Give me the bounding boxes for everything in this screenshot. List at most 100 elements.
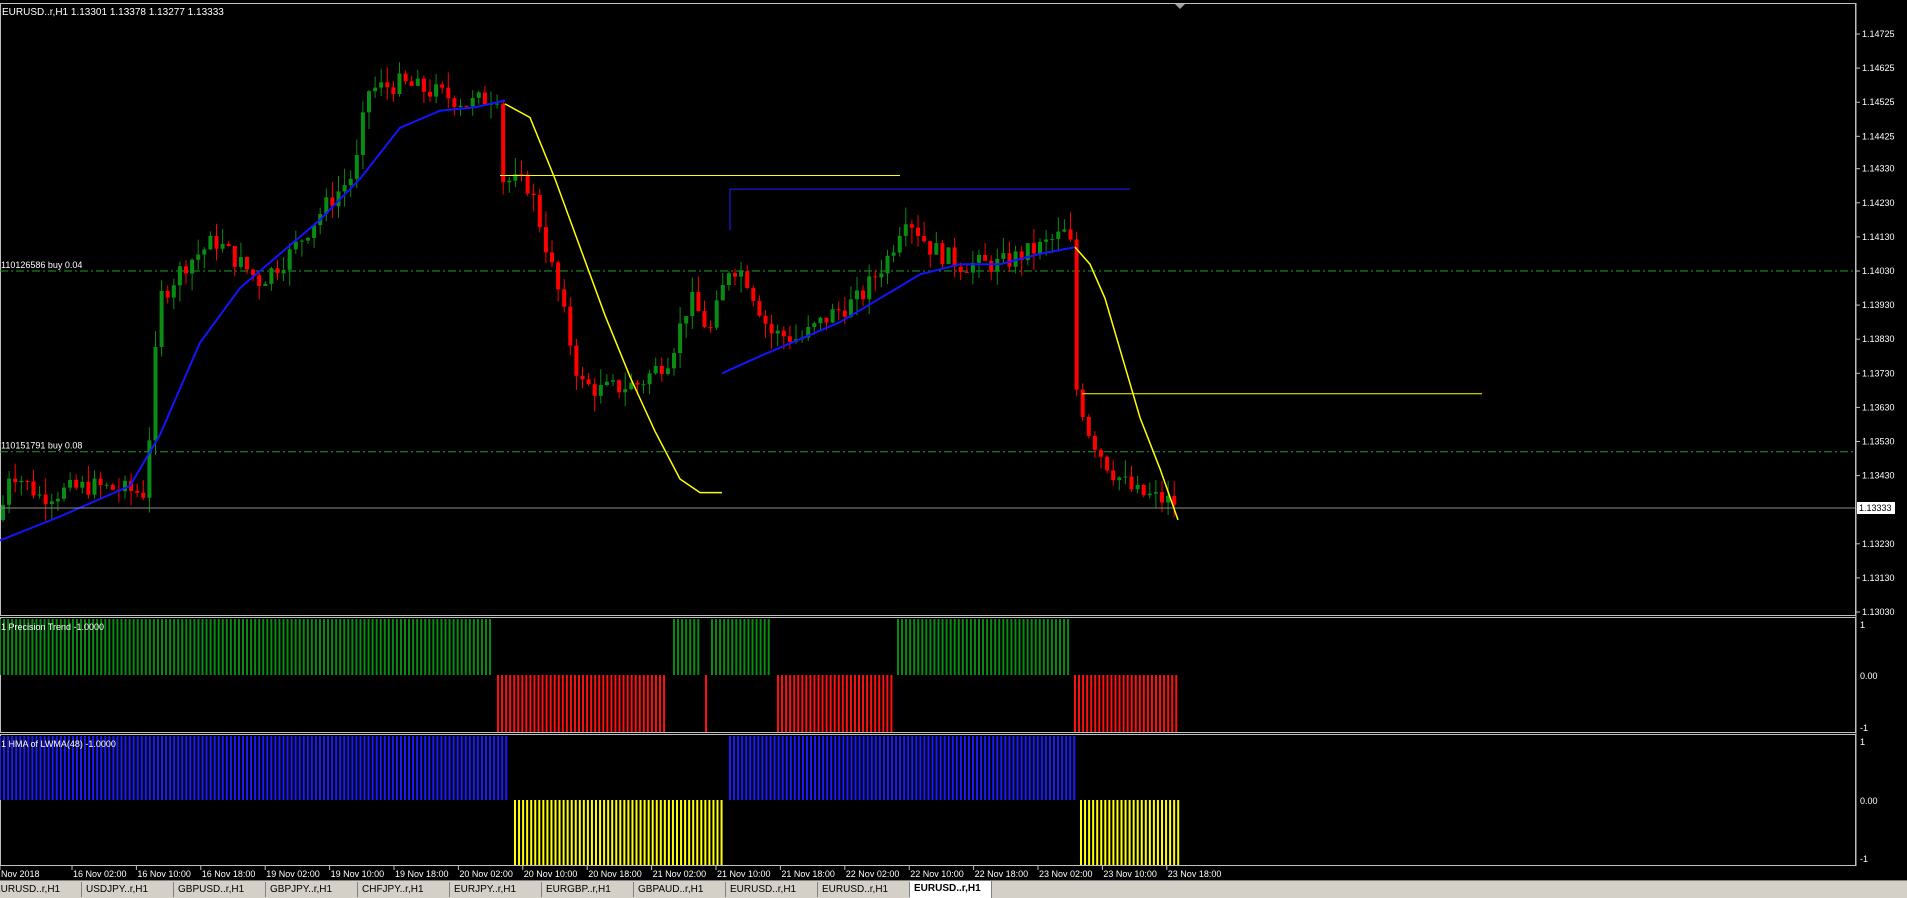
candle-body xyxy=(446,87,451,99)
candle-body xyxy=(598,385,603,396)
candle-body xyxy=(19,480,24,483)
candle-body xyxy=(519,174,524,176)
candle-body xyxy=(507,180,512,183)
time-label: 16 Nov 02:00 xyxy=(73,869,127,879)
candle-body xyxy=(647,373,652,385)
price-label: 1.14625 xyxy=(1862,63,1895,73)
candle-body xyxy=(641,384,646,386)
chart-window[interactable]: EURUSD..r,H1 1.13301 1.13378 1.13277 1.1… xyxy=(0,0,1907,880)
symbol-info: EURUSD..r,H1 1.13301 1.13378 1.13277 1.1… xyxy=(2,7,224,18)
time-label: 20 Nov 18:00 xyxy=(588,869,642,879)
candle-body xyxy=(934,243,939,255)
hma-axis-top: 1 xyxy=(1860,737,1865,747)
chart-tab[interactable]: EURUSD..r,H1 xyxy=(726,882,818,897)
candle-body xyxy=(354,154,359,179)
time-label: 19 Nov 10:00 xyxy=(331,869,385,879)
candle-body xyxy=(257,275,262,287)
candle-body xyxy=(464,105,469,107)
chart-tab[interactable]: EURUSD..r,H1 xyxy=(0,882,82,897)
candle-body xyxy=(592,384,597,396)
candle-body xyxy=(208,235,213,250)
candle-body xyxy=(68,479,73,488)
price-label: 1.13530 xyxy=(1862,436,1895,446)
candle-body xyxy=(836,309,841,311)
precision-trend-label: 1 Precision Trend -1.0000 xyxy=(1,622,104,632)
time-label: 22 Nov 18:00 xyxy=(975,869,1029,879)
candle-body xyxy=(49,501,54,505)
candle-body xyxy=(940,243,945,265)
candle-body xyxy=(702,311,707,327)
price-label: 1.14425 xyxy=(1862,131,1895,141)
candle-body xyxy=(550,252,554,263)
candle-body xyxy=(482,92,487,105)
candle-body xyxy=(897,235,902,253)
candle-body xyxy=(714,300,719,328)
chart-tab[interactable]: GBPUSD..r,H1 xyxy=(174,882,266,897)
candle-body xyxy=(159,291,164,348)
candle-body xyxy=(946,247,951,265)
chart-tab[interactable]: USDJPY..r,H1 xyxy=(82,882,174,897)
candle-body xyxy=(1074,239,1079,390)
hma-label: 1 HMA of LWMA(48) -1.0000 xyxy=(1,739,116,749)
candle-body xyxy=(818,317,823,324)
candle-body xyxy=(281,269,286,274)
chart-tab[interactable]: CHFJPY..r,H1 xyxy=(358,882,450,897)
candle-body xyxy=(989,260,994,272)
candle-body xyxy=(909,224,914,228)
candle-body xyxy=(879,273,884,278)
time-label: 23 Nov 02:00 xyxy=(1039,869,1093,879)
price-label: 1.13130 xyxy=(1862,573,1895,583)
candle-body xyxy=(275,268,280,274)
precision-trend-axis-top: 1 xyxy=(1860,620,1865,630)
candle-body xyxy=(409,81,414,86)
chart-tab[interactable]: EURUSD..r,H1 xyxy=(910,881,992,898)
candle-body xyxy=(287,249,292,270)
candle-body xyxy=(415,78,420,86)
candle-body xyxy=(1111,470,1116,481)
hma-axis-mid: 0.00 xyxy=(1860,796,1878,806)
candle-body xyxy=(922,236,927,242)
candle-body xyxy=(757,300,762,316)
chart-tab[interactable]: GBPJPY..r,H1 xyxy=(266,882,358,897)
candle-body xyxy=(141,492,146,498)
candle-body xyxy=(733,273,737,277)
chart-tab[interactable]: GBPAUD..r,H1 xyxy=(634,882,726,897)
chart-tab[interactable]: EURUSD..r,H1 xyxy=(818,882,910,897)
candle-body xyxy=(25,480,30,482)
candle-body xyxy=(659,365,664,374)
candle-body xyxy=(623,389,628,393)
candle-body xyxy=(360,112,365,155)
price-label: 1.14725 xyxy=(1862,29,1895,39)
candle-body xyxy=(720,285,725,301)
candle-body xyxy=(537,195,542,228)
price-label: 1.13230 xyxy=(1862,539,1895,549)
candle-body xyxy=(13,478,18,483)
candle-body xyxy=(62,487,66,499)
candle-body xyxy=(830,309,835,323)
candle-body xyxy=(684,316,689,324)
candle-body xyxy=(220,243,225,249)
order-label: 110126586 buy 0.04 xyxy=(1,260,82,270)
candle-body xyxy=(1141,484,1146,496)
time-label: 20 Nov 02:00 xyxy=(459,869,513,879)
candle-body xyxy=(556,262,561,290)
candle-body xyxy=(299,240,304,242)
candle-body xyxy=(678,323,683,354)
candle-body xyxy=(586,379,591,385)
time-label: 22 Nov 10:00 xyxy=(910,869,964,879)
candle-body xyxy=(672,353,676,369)
candle-body xyxy=(428,91,432,97)
price-label: 1.13730 xyxy=(1862,368,1895,378)
precision-trend-axis-mid: 0.00 xyxy=(1860,671,1878,681)
candle-body xyxy=(1105,456,1110,471)
price-label: 1.14330 xyxy=(1862,164,1895,174)
chart-tab[interactable]: EURJPY..r,H1 xyxy=(450,882,542,897)
candle-body xyxy=(245,257,249,270)
candle-body xyxy=(696,292,701,312)
candle-body xyxy=(812,323,817,327)
candle-body xyxy=(824,317,829,323)
candle-body xyxy=(238,257,243,267)
chart-tab[interactable]: EURGBP..r,H1 xyxy=(542,882,634,897)
candle-body xyxy=(98,478,103,486)
candle-body xyxy=(476,92,481,98)
